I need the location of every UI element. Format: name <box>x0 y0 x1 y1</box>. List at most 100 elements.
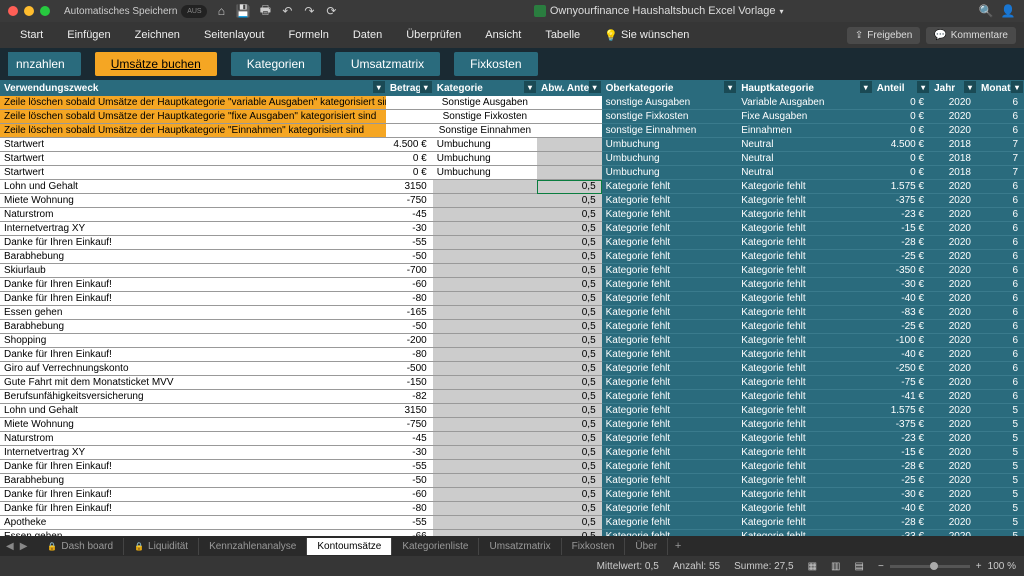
cell[interactable]: 0,5 <box>537 278 602 292</box>
ribbon-tabelle[interactable]: Tabelle <box>533 22 592 48</box>
cell[interactable]: Kategorie fehlt <box>737 418 873 432</box>
maximize-button[interactable] <box>40 6 50 16</box>
cell[interactable]: 0,5 <box>537 446 602 460</box>
cell[interactable]: Internetvertrag XY <box>0 222 386 236</box>
cell[interactable]: 5 <box>977 502 1024 516</box>
cell[interactable] <box>433 362 537 376</box>
cell[interactable]: Zeile löschen sobald Umsätze der Hauptka… <box>0 110 386 124</box>
cell[interactable]: Kategorie fehlt <box>737 222 873 236</box>
cell[interactable]: 6 <box>977 306 1024 320</box>
cell[interactable]: Zeile löschen sobald Umsätze der Hauptka… <box>0 96 386 110</box>
cell[interactable]: 3150 <box>386 404 433 418</box>
cell[interactable]: 0,5 <box>537 320 602 334</box>
cell[interactable]: Kategorie fehlt <box>737 236 873 250</box>
cell[interactable]: Kategorie fehlt <box>602 292 738 306</box>
table-row[interactable]: Internetvertrag XY-300,5Kategorie fehltK… <box>0 222 1024 236</box>
cell[interactable] <box>433 320 537 334</box>
sheet-tab-fixkosten[interactable]: Fixkosten <box>562 538 626 555</box>
cell[interactable]: Danke für Ihren Einkauf! <box>0 292 386 306</box>
cell[interactable]: Kategorie fehlt <box>737 432 873 446</box>
cell[interactable] <box>537 138 602 152</box>
cell[interactable] <box>433 306 537 320</box>
ribbon-ueberpruefen[interactable]: Überprüfen <box>394 22 473 48</box>
cell[interactable]: -350 € <box>873 264 930 278</box>
cell[interactable]: Kategorie fehlt <box>602 348 738 362</box>
cell[interactable]: Kategorie fehlt <box>602 194 738 208</box>
cell[interactable] <box>433 460 537 474</box>
cell[interactable]: Berufsunfähigkeitsversicherung <box>0 390 386 404</box>
ribbon-zeichnen[interactable]: Zeichnen <box>123 22 192 48</box>
sheet-tab-umsatzmatrix[interactable]: Umsatzmatrix <box>479 538 561 555</box>
cell[interactable]: 0 € <box>873 124 930 138</box>
sheet-tab-kategorienliste[interactable]: Kategorienliste <box>392 538 479 555</box>
cell[interactable]: 6 <box>977 376 1024 390</box>
table-row[interactable]: Danke für Ihren Einkauf!-800,5Kategorie … <box>0 292 1024 306</box>
autosave-switch[interactable]: AUS <box>181 5 207 18</box>
cell[interactable] <box>433 334 537 348</box>
cell[interactable] <box>433 488 537 502</box>
cell[interactable] <box>433 516 537 530</box>
cell[interactable]: 7 <box>977 166 1024 180</box>
cell[interactable]: 0,5 <box>537 362 602 376</box>
ribbon-seitenlayout[interactable]: Seitenlayout <box>192 22 277 48</box>
cell[interactable]: 2020 <box>930 488 977 502</box>
sheet-tab-über[interactable]: Über <box>625 538 668 555</box>
cell[interactable]: -250 € <box>873 362 930 376</box>
cell[interactable]: Kategorie fehlt <box>737 194 873 208</box>
cell[interactable]: -50 <box>386 250 433 264</box>
col-header-2[interactable]: Kategorie▾ <box>433 80 537 96</box>
cell[interactable]: Kategorie fehlt <box>737 320 873 334</box>
cell[interactable]: -15 € <box>873 222 930 236</box>
cell[interactable] <box>433 390 537 404</box>
cell[interactable]: 6 <box>977 362 1024 376</box>
cell[interactable]: 5 <box>977 516 1024 530</box>
cell[interactable]: Umbuchung <box>602 152 738 166</box>
cell[interactable]: 0,5 <box>537 264 602 278</box>
cell[interactable] <box>433 376 537 390</box>
cell[interactable] <box>386 96 433 110</box>
cell[interactable]: -60 <box>386 488 433 502</box>
cell[interactable]: 6 <box>977 390 1024 404</box>
cell[interactable]: 2020 <box>930 320 977 334</box>
table-row[interactable]: Miete Wohnung-7500,5Kategorie fehltKateg… <box>0 194 1024 208</box>
col-header-4[interactable]: Oberkategorie▾ <box>602 80 738 96</box>
cell[interactable]: 7 <box>977 152 1024 166</box>
cell[interactable]: 6 <box>977 208 1024 222</box>
cell[interactable]: Barabhebung <box>0 474 386 488</box>
cell[interactable]: Fixe Ausgaben <box>737 110 873 124</box>
table-row[interactable]: Barabhebung-500,5Kategorie fehltKategori… <box>0 474 1024 488</box>
comments-button[interactable]: 💬Kommentare <box>926 27 1016 44</box>
ribbon-ansicht[interactable]: Ansicht <box>473 22 533 48</box>
cell[interactable]: -500 <box>386 362 433 376</box>
col-header-6[interactable]: Anteil▾ <box>873 80 930 96</box>
table-row[interactable]: Lohn und Gehalt31500,5Kategorie fehltKat… <box>0 180 1024 194</box>
cell[interactable]: Kategorie fehlt <box>737 390 873 404</box>
cell[interactable]: 2018 <box>930 152 977 166</box>
zoom-control[interactable]: − + 100 % <box>878 561 1016 572</box>
cell[interactable]: 0,5 <box>537 460 602 474</box>
cell[interactable]: 4.500 € <box>386 138 433 152</box>
cell[interactable]: Kategorie fehlt <box>602 208 738 222</box>
table-row[interactable]: Giro auf Verrechnungskonto-5000,5Kategor… <box>0 362 1024 376</box>
table-row[interactable]: Barabhebung-500,5Kategorie fehltKategori… <box>0 250 1024 264</box>
cell[interactable]: -45 <box>386 208 433 222</box>
cell[interactable]: Barabhebung <box>0 250 386 264</box>
table-row[interactable]: Danke für Ihren Einkauf!-550,5Kategorie … <box>0 460 1024 474</box>
cell[interactable]: 2020 <box>930 446 977 460</box>
cell[interactable]: Kategorie fehlt <box>602 404 738 418</box>
cell[interactable]: Umbuchung <box>433 138 537 152</box>
tell-me[interactable]: 💡 Sie wünschen <box>592 22 701 48</box>
cell[interactable]: Danke für Ihren Einkauf! <box>0 236 386 250</box>
cell[interactable] <box>433 404 537 418</box>
col-header-5[interactable]: Hauptkategorie▾ <box>737 80 873 96</box>
cell[interactable] <box>537 124 602 138</box>
cell[interactable]: Kategorie fehlt <box>737 516 873 530</box>
cell[interactable]: -80 <box>386 348 433 362</box>
cell[interactable]: Zeile löschen sobald Umsätze der Hauptka… <box>0 124 386 138</box>
cell[interactable]: -28 € <box>873 460 930 474</box>
cell[interactable]: 2018 <box>930 166 977 180</box>
cell[interactable]: Kategorie fehlt <box>737 264 873 278</box>
cell[interactable]: 7 <box>977 138 1024 152</box>
cell[interactable]: -165 <box>386 306 433 320</box>
sheet-first-icon[interactable]: ◀ <box>4 541 16 552</box>
